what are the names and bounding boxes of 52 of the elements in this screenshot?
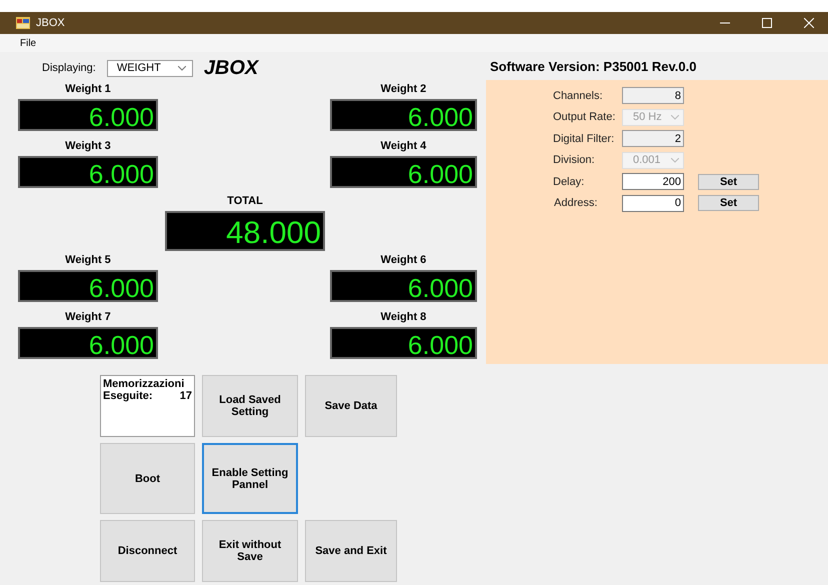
action-button[interactable]: Exit without Save [202, 520, 298, 582]
input-field[interactable]: 0 [622, 194, 684, 212]
weight-display: 6.000 [18, 99, 158, 131]
menu-item[interactable]: File [20, 38, 36, 48]
weight-label: Weight 1 [65, 82, 111, 96]
setting-label: Delay: [553, 176, 586, 188]
setting-label: Digital Filter: [553, 132, 616, 145]
weight-label: Weight 2 [380, 82, 426, 96]
app-icon [16, 17, 30, 29]
displaying-dropdown[interactable]: WEIGHT [106, 60, 193, 76]
window-title: JBOX [36, 17, 65, 29]
action-button[interactable]: Save Data [305, 375, 397, 437]
weight-label: Weight 4 [380, 139, 426, 153]
input-field[interactable]: 200 [622, 173, 684, 190]
maximize-icon[interactable] [762, 18, 772, 28]
weight-display: 6.000 [18, 270, 158, 302]
action-button[interactable]: Boot [100, 443, 195, 514]
weight-label: Weight 6 [380, 253, 426, 267]
total-label: TOTAL [227, 194, 263, 208]
counter-label: Eseguite: [103, 390, 153, 402]
weight-display: 6.000 [330, 156, 477, 188]
weight-display: 6.000 [330, 99, 477, 131]
weight-label: Weight 3 [65, 139, 111, 153]
action-button[interactable]: Disconnect [100, 520, 195, 582]
software-version: Software Version: P35001 Rev.0.0 [489, 58, 698, 76]
weight-label: Weight 5 [65, 253, 111, 267]
set-button[interactable]: Set [698, 195, 759, 212]
setting-label: Address: [553, 197, 598, 210]
chevron-icon [671, 114, 679, 120]
logo-text: JBOX [204, 56, 258, 80]
setting-label: Channels: [553, 90, 604, 102]
total-display: 48.000 [165, 211, 325, 251]
setting-label: Output Rate: [553, 111, 616, 124]
weight-display: 6.000 [18, 156, 158, 188]
setting-label: Division: [553, 154, 596, 166]
readonly-field: 8 [622, 87, 684, 104]
chevron-icon [178, 66, 186, 70]
action-button[interactable]: Save and Exit [305, 520, 397, 582]
close-icon[interactable] [804, 18, 814, 28]
weight-display: 6.000 [330, 327, 477, 359]
displaying-label: Displaying: [42, 62, 96, 74]
action-button[interactable]: Enable Setting Pannel [202, 443, 298, 514]
counter-title: Memorizzazioni [103, 378, 186, 390]
set-button[interactable]: Set [698, 174, 759, 190]
weight-display: 6.000 [330, 270, 477, 302]
readonly-field: 2 [622, 130, 684, 148]
counter-value: 17 [180, 390, 192, 402]
weight-label: Weight 8 [380, 310, 426, 324]
chevron-icon [671, 158, 679, 163]
action-button[interactable]: Load Saved Setting [202, 375, 298, 437]
weight-label: Weight 7 [65, 310, 111, 324]
weight-display: 6.000 [18, 327, 158, 359]
